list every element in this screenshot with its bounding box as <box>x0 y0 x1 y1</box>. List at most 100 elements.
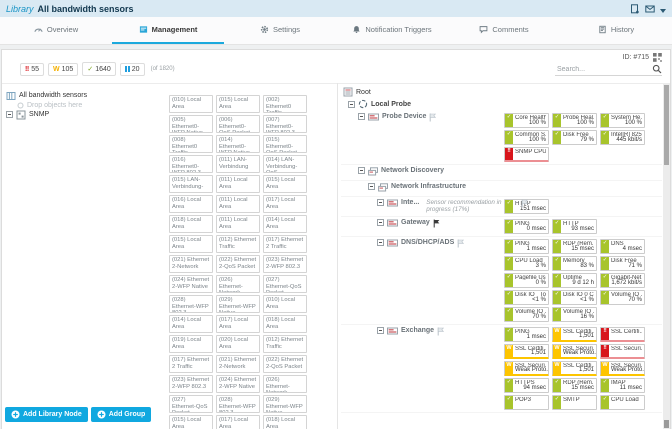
library-root-node[interactable]: All bandwidth sensors <box>6 91 87 100</box>
sensor-cell[interactable]: (028) Ethernet-WFP 802.3 <box>169 295 213 313</box>
sensor-badge[interactable]: ✓Intel[R] 825...445 kbit/s <box>600 130 645 145</box>
sensor-badge[interactable]: ✓ IMAP 11 msec <box>600 378 645 393</box>
sensor-badge[interactable]: ✓ Disk Free 79 % <box>552 130 597 145</box>
sensor-badge[interactable]: ✓ System He... 100 % <box>600 113 645 128</box>
collapse-toggle-icon[interactable] <box>348 100 355 108</box>
sensor-badge[interactable]: ‼SNMP CPU... <box>504 147 549 162</box>
sensor-cell[interactable]: (022) Ethernet 2-QoS Packet <box>216 255 260 273</box>
status-count-warning[interactable]: W 105 <box>48 62 79 76</box>
sensor-cell[interactable]: (010) Local Area <box>263 295 307 313</box>
sensor-cell[interactable]: (014) Local Area <box>263 215 307 233</box>
sensor-cell[interactable]: (015) Local Area <box>216 95 260 113</box>
sensor-cell[interactable]: (019) Local Area <box>169 335 213 353</box>
sensor-cell[interactable]: (011) Local Area <box>216 175 260 193</box>
sensor-cell[interactable]: (014) LAN-Verbindung-QoS <box>263 155 307 173</box>
sensor-cell[interactable]: (018) Local Area <box>263 315 307 333</box>
tab-history[interactable]: History <box>560 17 672 44</box>
sensor-cell[interactable]: (014) Ethernet0-WFP Native <box>216 135 260 153</box>
scrollbar-end[interactable] <box>664 420 669 428</box>
collapse-toggle-icon[interactable] <box>377 327 384 334</box>
sensor-cell[interactable]: (021) Ethernet 2-Network <box>169 255 213 273</box>
sensor-badge[interactable]: ✓ Disk IO 0 C: <1 % <box>552 290 597 305</box>
sensor-cell[interactable]: (017) Local Area <box>216 315 260 333</box>
search-icon[interactable] <box>652 64 662 74</box>
sensor-badge[interactable]: ✓Probe Heal...100 % <box>552 113 597 128</box>
mail-icon[interactable] <box>645 5 655 13</box>
collapse-toggle-icon[interactable] <box>368 183 375 190</box>
vertical-scrollbar[interactable] <box>663 83 670 429</box>
sensor-cell[interactable]: (017) Ethernet 2 Traffic <box>263 235 307 253</box>
collapse-toggle-icon[interactable] <box>377 219 384 226</box>
search-input[interactable] <box>555 64 649 74</box>
sensor-cell[interactable]: (022) Ethernet 2-QoS Packet <box>263 355 307 373</box>
tab-comments[interactable]: Comments <box>448 17 560 44</box>
sensor-cell[interactable]: (015) Local Area <box>169 235 213 253</box>
group-node[interactable]: Network Discovery <box>381 167 444 175</box>
device-node[interactable]: Gateway <box>401 219 430 227</box>
sensor-badge[interactable]: ✓Volume IO ...70 % <box>600 290 645 305</box>
collapse-toggle-icon[interactable] <box>358 167 365 174</box>
sensor-cell[interactable]: (021) Ethernet 2-Network <box>216 355 260 373</box>
sensor-badge[interactable]: ✓ CPU Load 3 % <box>504 256 549 271</box>
sensor-cell[interactable]: (011) Local Area <box>216 215 260 233</box>
sensor-cell[interactable]: (016) Ethernet0-WFP 802.3 <box>169 155 213 173</box>
scrollbar-thumb[interactable] <box>664 85 669 165</box>
button-add-group[interactable]: Add Group <box>90 407 152 422</box>
sensor-cell[interactable]: (015) Local Area <box>169 415 213 429</box>
status-count-error[interactable]: ‼ 55 <box>20 62 45 76</box>
sensor-badge[interactable]: ✓ Disk Free 71 % <box>600 256 645 271</box>
collapse-toggle-icon[interactable] <box>6 111 13 118</box>
sensor-cell[interactable]: (023) Ethernet 2-WFP 802.3 <box>263 255 307 273</box>
sensor-badge[interactable]: ✓ RDP (Rem... 15 msec <box>552 239 597 254</box>
local-probe-node[interactable]: Local Probe <box>341 99 662 109</box>
status-count-paused[interactable]: 20 <box>119 62 145 76</box>
status-count-ok[interactable]: ✓ 1640 <box>82 62 116 76</box>
tab-notification-triggers[interactable]: Notification Triggers <box>336 17 448 44</box>
sensor-cell[interactable]: (006) Ethernet0-QoS Packet <box>216 115 260 133</box>
sensor-badge[interactable]: ✓ PING 1 msec <box>504 327 549 342</box>
sensor-badge[interactable]: ✓ HTTP 93 msec <box>552 219 597 234</box>
sensor-badge[interactable]: ✓ Uptime 9 d 12 h <box>552 273 597 288</box>
sensor-cell[interactable]: (012) Ethernet Traffic <box>216 235 260 253</box>
device-node[interactable]: DNS/DHCP/ADS <box>401 239 454 247</box>
tab-management[interactable]: Management <box>112 17 224 44</box>
root-node[interactable]: Root <box>341 87 662 97</box>
sensor-badge[interactable]: ✓ PING 1 msec <box>504 239 549 254</box>
sensor-cell[interactable]: (012) Ethernet Traffic <box>263 335 307 353</box>
sensor-cell[interactable]: (017) Local Area <box>263 195 307 213</box>
sensor-cell[interactable]: (026) Ethernet-Network <box>216 275 260 293</box>
tab-overview[interactable]: Overview <box>0 17 112 44</box>
sensor-badge[interactable]: WSSL Securi...Weak Proto... <box>552 344 597 359</box>
sensor-cell[interactable]: (007) Ethernet0-WFP 802.3 <box>263 115 307 133</box>
collapse-toggle-icon[interactable] <box>377 199 384 206</box>
sensor-cell[interactable]: (016) Local Area <box>169 195 213 213</box>
sensor-badge[interactable]: ✓ HTTPS 94 msec <box>504 378 549 393</box>
sensor-cell[interactable]: (017) Ethernet 2 Traffic <box>169 355 213 373</box>
sensor-badge[interactable]: ✓ RDP (Rem... 15 msec <box>552 378 597 393</box>
caret-down-icon[interactable] <box>660 0 666 18</box>
sensor-cell[interactable]: (002) Ethernet0 Traffic <box>263 95 307 113</box>
sensor-badge[interactable]: ✓ SMTP <box>552 395 597 410</box>
sensor-cell[interactable]: (011) Local Area <box>216 195 260 213</box>
sensor-badge[interactable]: ✓Volume IO ...16 % <box>552 307 597 322</box>
sensor-badge[interactable]: W SSL Certifi... 1,501 <box>552 361 597 376</box>
sensor-badge[interactable]: ✓ POP3 <box>504 395 549 410</box>
sensor-badge[interactable]: ✓Volume IO ...70 % <box>504 307 549 322</box>
sensor-cell[interactable]: (017) Local Area <box>216 415 260 429</box>
collapse-toggle-icon[interactable] <box>358 113 365 120</box>
device-node[interactable]: Probe Device <box>382 113 426 121</box>
sensor-cell[interactable]: (028) Ethernet-WFP 802.3 <box>216 395 260 413</box>
sensor-cell[interactable]: (026) Ethernet-Network <box>263 375 307 393</box>
sensor-badge[interactable]: WSSL Securi...Weak Proto... <box>504 361 549 376</box>
tab-settings[interactable]: Settings <box>224 17 336 44</box>
report-add-icon[interactable] <box>630 3 640 14</box>
sensor-cell[interactable]: (015) Ethernet0-QoS Packet <box>263 135 307 153</box>
sensor-badge[interactable]: ✓ PING 0 msec <box>504 219 549 234</box>
sensor-cell[interactable]: (011) LAN-Verbindung <box>216 155 260 173</box>
sensor-cell[interactable]: (010) Local Area <box>169 95 213 113</box>
sensor-cell[interactable]: (018) Local Area <box>169 215 213 233</box>
sensor-cell[interactable]: (024) Ethernet 2-WFP Native <box>169 275 213 293</box>
group-node[interactable]: Network Infrastructure <box>391 183 466 191</box>
sensor-badge[interactable]: ✓ Core Health 100 % <box>504 113 549 128</box>
qr-code-icon[interactable] <box>653 53 662 62</box>
